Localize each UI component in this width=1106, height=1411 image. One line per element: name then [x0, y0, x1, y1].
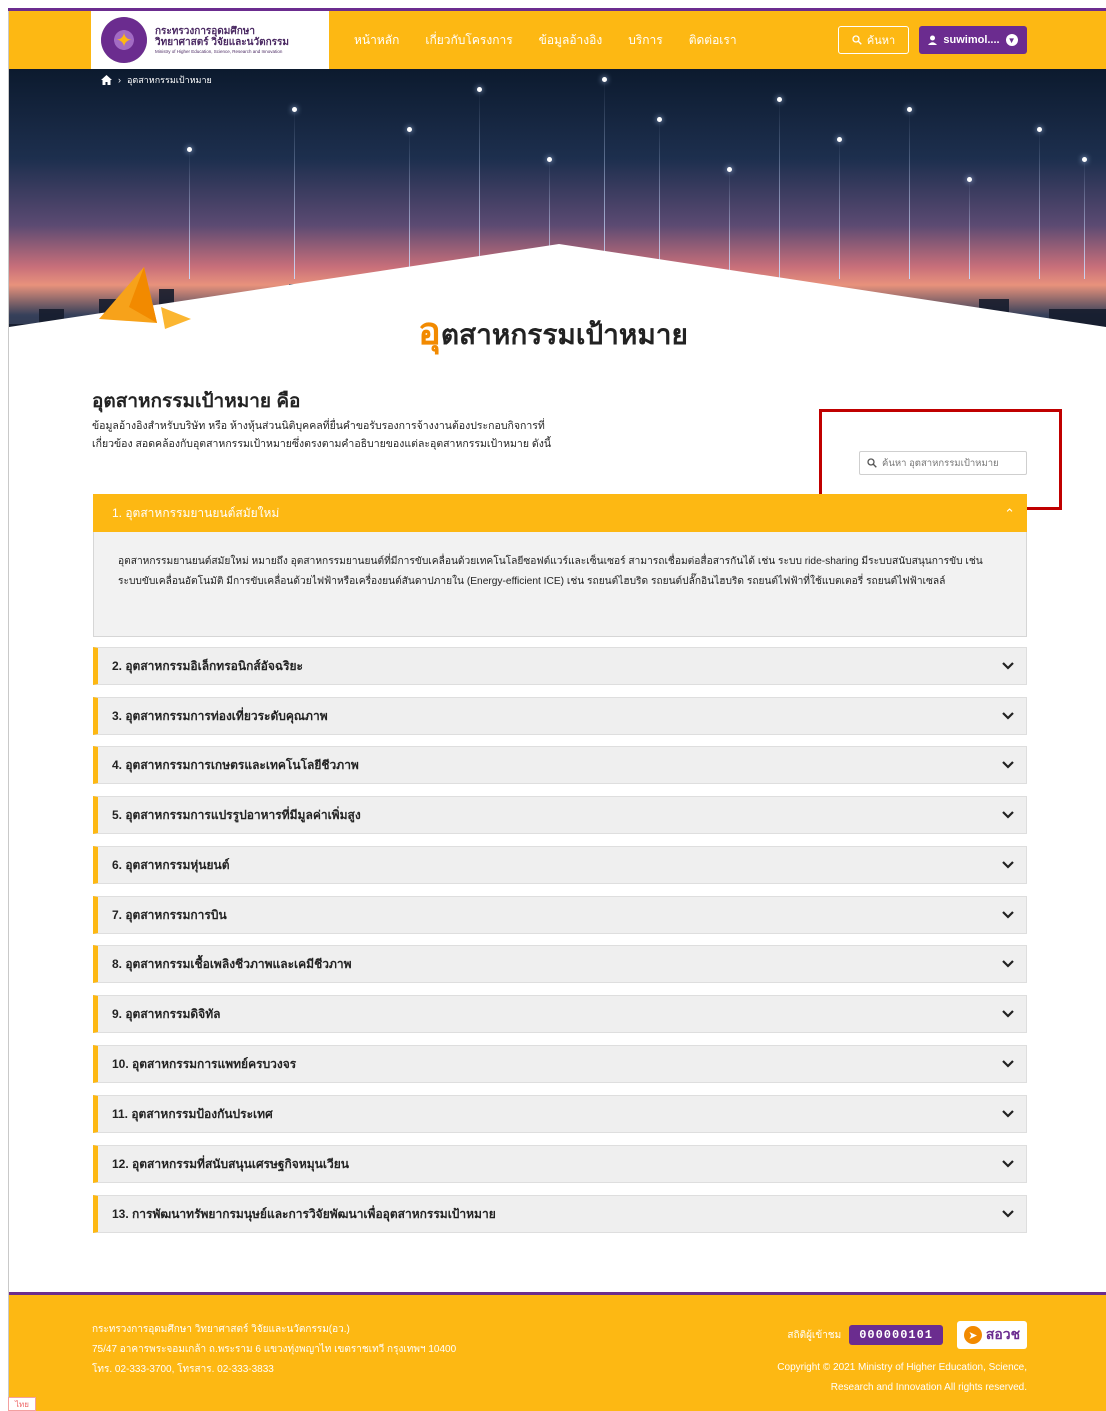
accordion-item-12[interactable]: 12. อุตสาหกรรมที่สนับสนุนเศรษฐกิจหมุนเวี…	[93, 1145, 1027, 1183]
accordion-item-11[interactable]: 11. อุตสาหกรรมป้องกันประเทศ	[93, 1095, 1027, 1133]
chevron-down-icon	[1002, 811, 1014, 819]
accordion-item-title: 9. อุตสาหกรรมดิจิทัล	[112, 1006, 221, 1021]
accordion-item-5[interactable]: 5. อุตสาหกรรมการแปรรูปอาหารที่มีมูลค่าเพ…	[93, 796, 1027, 834]
accordion-item-title: 10. อุตสาหกรรมการแพทย์ครบวงจร	[112, 1056, 297, 1071]
logo-text: กระทรวงการอุดมศึกษา วิทยาศาสตร์ วิจัยและ…	[155, 26, 289, 55]
chevron-down-icon: ▼	[1005, 34, 1018, 46]
ministry-seal-icon: ✦	[101, 17, 147, 63]
user-menu-button[interactable]: suwimol.... ▼	[919, 26, 1027, 54]
accordion-item-title: 7. อุตสาหกรรมการบิน	[112, 907, 227, 922]
footer-address: 75/47 อาคารพระจอมเกล้า ถ.พระราม 6 แขวงทุ…	[92, 1344, 457, 1355]
accordion-item-title: 6. อุตสาหกรรมหุ่นยนต์	[112, 857, 230, 872]
accordion-item-title: 4. อุตสาหกรรมการเกษตรและเทคโนโลยีชีวภาพ	[112, 757, 359, 772]
chevron-down-icon	[1002, 1210, 1014, 1218]
chevron-down-icon	[1002, 1060, 1014, 1068]
visitor-stats: สถิติผู้เข้าชม 000000101 ➤ สอวช	[787, 1321, 1027, 1349]
accordion-item-9[interactable]: 9. อุตสาหกรรมดิจิทัล	[93, 995, 1027, 1033]
chevron-down-icon	[1002, 662, 1014, 670]
page-title: อุตสาหกรรมเป้าหมาย	[0, 300, 1106, 361]
chevron-down-icon	[1002, 960, 1014, 968]
accordion-item-title: 11. อุตสาหกรรมป้องกันประเทศ	[112, 1106, 273, 1121]
footer-org: กระทรวงการอุดมศึกษา วิทยาศาสตร์ วิจัยและ…	[92, 1324, 350, 1335]
page-title-rest: ตสาหกรรมเป้าหมาย	[440, 319, 688, 350]
site-footer: กระทรวงการอุดมศึกษา วิทยาศาสตร์ วิจัยและ…	[9, 1292, 1106, 1411]
user-icon	[928, 35, 938, 45]
search-icon	[852, 35, 862, 45]
accordion-item-4[interactable]: 4. อุตสาหกรรมการเกษตรและเทคโนโลยีชีวภาพ	[93, 746, 1027, 784]
intro-heading: อุตสาหกรรมเป้าหมาย คือ	[92, 391, 301, 412]
accordion-item-2[interactable]: 2. อุตสาหกรรมอิเล็กทรอนิกส์อัจฉริยะ	[93, 647, 1027, 685]
chevron-down-icon	[1002, 1160, 1014, 1168]
header-search-label: ค้นหา	[866, 35, 896, 47]
site-header: ✦ กระทรวงการอุดมศึกษา วิทยาศาสตร์ วิจัยแ…	[9, 11, 1106, 69]
header-search-button[interactable]: ค้นหา	[838, 26, 909, 54]
chevron-down-icon	[1002, 712, 1014, 720]
accordion-item-title: 3. อุตสาหกรรมการท่องเที่ยวระดับคุณภาพ	[112, 708, 328, 723]
chevron-down-icon	[1002, 1010, 1014, 1018]
copyright-line2: Research and Innovation All rights reser…	[830, 1382, 1027, 1393]
visitor-stats-label: สถิติผู้เข้าชม	[787, 1329, 842, 1341]
nav-about[interactable]: เกี่ยวกับโครงการ	[425, 31, 512, 50]
accordion-item-7[interactable]: 7. อุตสาหกรรมการบิน	[93, 896, 1027, 934]
copyright: Copyright © 2021 Ministry of Higher Educ…	[777, 1358, 1027, 1398]
language-tag[interactable]: ไทย	[8, 1397, 36, 1411]
ministry-logo[interactable]: ✦ กระทรวงการอุดมศึกษา วิทยาศาสตร์ วิจัยแ…	[91, 11, 329, 69]
nav-references[interactable]: ข้อมูลอ้างอิง	[539, 31, 603, 50]
intro-text: ข้อมูลอ้างอิงสำหรับบริษัท หรือ ห้างหุ้นส…	[92, 420, 552, 450]
nav-contact[interactable]: ติดต่อเรา	[689, 31, 737, 50]
visitor-counter: 000000101	[849, 1325, 943, 1345]
footer-accent-bar	[9, 1292, 1106, 1295]
logo-line3: Ministry of Higher Education, Science, R…	[155, 48, 283, 54]
accordion-body: อุตสาหกรรมยานยนต์สมัยใหม่ หมายถึง อุตสาห…	[93, 532, 1027, 637]
saw-logo-label: สอวช	[985, 1326, 1021, 1342]
accordion-item-10[interactable]: 10. อุตสาหกรรมการแพทย์ครบวงจร	[93, 1045, 1027, 1083]
accordion-title: 1. อุตสาหกรรมยานยนต์สมัยใหม่	[112, 505, 280, 520]
accordion-item-title: 13. การพัฒนาทรัพยากรมนุษย์และการวิจัยพัฒ…	[112, 1206, 496, 1221]
accordion-item-title: 8. อุตสาหกรรมเชื้อเพลิงชีวภาพและเคมีชีวภ…	[112, 956, 352, 971]
logo-line1: กระทรวงการอุดมศึกษา	[155, 25, 255, 37]
chevron-down-icon	[1002, 761, 1014, 769]
saw-logo[interactable]: ➤ สอวช	[957, 1321, 1027, 1349]
saw-logo-icon: ➤	[963, 1326, 982, 1344]
accordion-item-title: 2. อุตสาหกรรมอิเล็กทรอนิกส์อัจฉริยะ	[112, 658, 303, 673]
accordion-item-6[interactable]: 6. อุตสาหกรรมหุ่นยนต์	[93, 846, 1027, 884]
main-nav: หน้าหลัก เกี่ยวกับโครงการ ข้อมูลอ้างอิง …	[354, 11, 737, 69]
accordion-item-13[interactable]: 13. การพัฒนาทรัพยากรมนุษย์และการวิจัยพัฒ…	[93, 1195, 1027, 1233]
chevron-down-icon	[1002, 911, 1014, 919]
chevron-down-icon	[1002, 1110, 1014, 1118]
chevron-up-icon: ⌃	[1004, 506, 1015, 521]
accordion-item-title: 5. อุตสาหกรรมการแปรรูปอาหารที่มีมูลค่าเพ…	[112, 807, 361, 822]
footer-phone: โทร. 02-333-3700, โทรสาร. 02-333-3833	[92, 1364, 274, 1375]
accordion-header-open[interactable]: 1. อุตสาหกรรมยานยนต์สมัยใหม่ ⌃	[93, 494, 1027, 532]
nav-services[interactable]: บริการ	[628, 31, 663, 50]
page-title-first-letter: อุ	[418, 311, 441, 353]
accordion-item-title: 12. อุตสาหกรรมที่สนับสนุนเศรษฐกิจหมุนเวี…	[112, 1156, 349, 1171]
user-name: suwimol....	[943, 34, 1000, 46]
footer-contact: กระทรวงการอุดมศึกษา วิทยาศาสตร์ วิจัยและ…	[92, 1320, 456, 1380]
accordion-item-8[interactable]: 8. อุตสาหกรรมเชื้อเพลิงชีวภาพและเคมีชีวภ…	[93, 945, 1027, 983]
accordion-item-3[interactable]: 3. อุตสาหกรรมการท่องเที่ยวระดับคุณภาพ	[93, 697, 1027, 735]
chevron-down-icon	[1002, 861, 1014, 869]
logo-line2: วิทยาศาสตร์ วิจัยและนวัตกรรม	[155, 36, 290, 48]
nav-home[interactable]: หน้าหลัก	[354, 31, 399, 50]
copyright-line1: Copyright © 2021 Ministry of Higher Educ…	[777, 1362, 1027, 1373]
